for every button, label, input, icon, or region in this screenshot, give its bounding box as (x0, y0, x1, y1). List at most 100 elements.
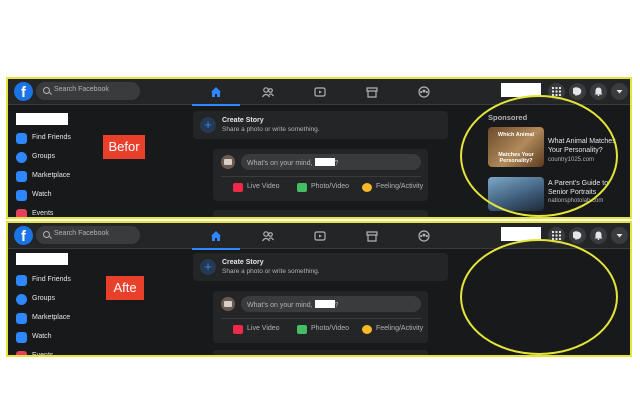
status-input[interactable]: What's on your mind,? (241, 154, 421, 170)
friends-icon (16, 275, 27, 286)
tab-groups[interactable] (400, 223, 448, 249)
chevron-down-icon (616, 90, 623, 94)
tab-friends[interactable] (244, 79, 292, 105)
avatar[interactable] (221, 297, 235, 311)
watch-tab-icon (314, 231, 326, 241)
search-placeholder: Search Facebook (54, 230, 109, 237)
after-screenshot: f Search Facebook Find Friends Groups Ma… (6, 221, 632, 357)
notifications-button[interactable] (590, 227, 607, 244)
tab-watch[interactable] (296, 223, 344, 249)
facebook-logo-icon[interactable]: f (14, 226, 33, 245)
live-video-icon (233, 325, 243, 334)
sidebar-item-label: Marketplace (32, 314, 71, 321)
groups-tab-icon (418, 86, 430, 98)
search-icon (43, 231, 50, 238)
grid-menu-icon (552, 231, 561, 240)
home-icon (211, 231, 221, 241)
plus-icon: + (200, 117, 216, 133)
facebook-logo-icon[interactable]: f (14, 82, 33, 101)
action-label: Feeling/Activity (376, 325, 424, 332)
status-prompt: What's on your mind, (247, 160, 313, 167)
sidebar-item-label: Marketplace (32, 172, 71, 179)
photo-video-icon (297, 325, 307, 334)
feeling-icon (362, 183, 372, 192)
create-story-subtitle: Share a photo or write something. (222, 268, 320, 275)
profile-link-redacted[interactable] (16, 253, 68, 265)
plus-icon: + (200, 259, 216, 275)
action-label: Photo/Video (311, 325, 350, 332)
search-icon (43, 87, 50, 94)
live-video-icon (233, 183, 243, 192)
action-label: Feeling/Activity (376, 183, 424, 190)
marketplace-tab-icon (366, 87, 378, 98)
feeling-icon (362, 325, 372, 334)
messenger-button[interactable] (569, 83, 586, 100)
watch-icon (16, 332, 27, 343)
status-prompt-suffix: ? (334, 302, 339, 309)
name-redaction (314, 158, 335, 166)
groups-icon (16, 152, 27, 163)
create-story-title: Create Story (222, 259, 264, 266)
search-input[interactable]: Search Facebook (36, 226, 140, 244)
highlight-ellipse (460, 239, 618, 355)
tab-groups[interactable] (400, 79, 448, 105)
account-button[interactable] (611, 83, 628, 100)
sidebar-item-label: Find Friends (32, 134, 71, 141)
marketplace-icon (16, 171, 27, 182)
events-icon (16, 209, 27, 217)
sidebar-item-label: Watch (32, 191, 52, 198)
watch-icon (16, 190, 27, 201)
before-label: Befor (103, 135, 145, 159)
chevron-down-icon (616, 234, 623, 238)
marketplace-tab-icon (366, 231, 378, 242)
marketplace-icon (16, 313, 27, 324)
sidebar-item-label: Groups (32, 153, 55, 160)
bell-icon (594, 87, 603, 96)
composer-divider (221, 318, 421, 319)
highlight-ellipse (460, 95, 618, 217)
before-screenshot: f Search Facebook Find Friends Groups Ma… (6, 77, 632, 219)
status-prompt-suffix: ? (334, 160, 339, 167)
tab-friends[interactable] (244, 223, 292, 249)
home-icon (211, 87, 221, 97)
tab-home[interactable] (192, 223, 240, 250)
post-composer: What's on your mind,? Live Video Photo/V… (213, 149, 428, 201)
create-story-title: Create Story (222, 117, 264, 124)
tab-marketplace[interactable] (348, 223, 396, 249)
tab-watch[interactable] (296, 79, 344, 105)
search-input[interactable]: Search Facebook (36, 82, 140, 100)
events-icon (16, 351, 27, 355)
sidebar-item-label: Watch (32, 333, 52, 340)
friends-tab-icon (262, 231, 274, 242)
name-redaction (314, 300, 335, 308)
create-story-card[interactable]: + Create Story Share a photo or write so… (193, 111, 448, 139)
status-prompt: What's on your mind, (247, 302, 313, 309)
bell-icon (594, 231, 603, 240)
messenger-icon (573, 231, 582, 240)
sidebar-item-label: Events (32, 352, 54, 357)
photo-video-icon (297, 183, 307, 192)
search-placeholder: Search Facebook (54, 86, 109, 93)
sidebar-item-label: Find Friends (32, 276, 71, 283)
tab-home[interactable] (192, 79, 240, 106)
status-input[interactable]: What's on your mind,? (241, 296, 421, 312)
create-story-card[interactable]: + Create Story Share a photo or write so… (193, 253, 448, 281)
friends-tab-icon (262, 87, 274, 98)
watch-tab-icon (314, 87, 326, 97)
avatar[interactable] (221, 155, 235, 169)
feed-post-preview (213, 350, 428, 355)
notifications-button[interactable] (590, 83, 607, 100)
profile-link-redacted[interactable] (16, 113, 68, 125)
messenger-button[interactable] (569, 227, 586, 244)
friends-icon (16, 133, 27, 144)
groups-icon (16, 294, 27, 305)
sidebar-item-label: Groups (32, 295, 55, 302)
sidebar-item-label: Events (32, 210, 54, 217)
groups-tab-icon (418, 230, 430, 242)
post-composer: What's on your mind,? Live Video Photo/V… (213, 291, 428, 343)
action-label: Live Video (247, 325, 280, 332)
account-button[interactable] (611, 227, 628, 244)
action-label: Live Video (247, 183, 280, 190)
grid-menu-icon (552, 87, 561, 96)
tab-marketplace[interactable] (348, 79, 396, 105)
